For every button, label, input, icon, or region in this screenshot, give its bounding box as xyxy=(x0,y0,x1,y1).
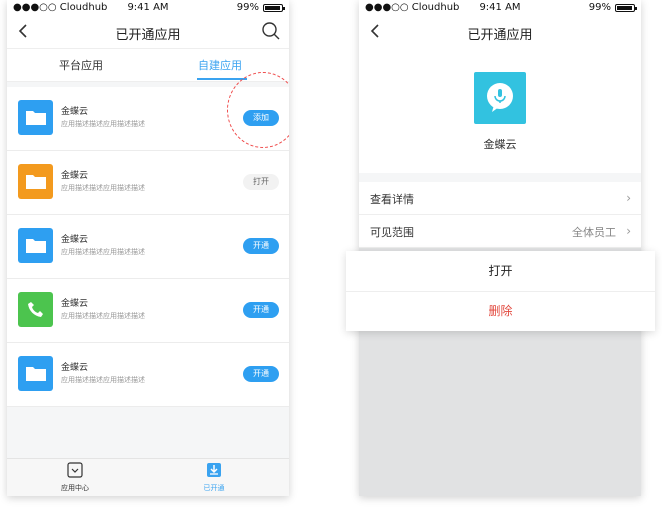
app-name: 金蝶云 xyxy=(61,363,89,373)
delete-action[interactable]: 删除 xyxy=(346,292,655,331)
scope-value: 全体员工 xyxy=(572,226,616,239)
app-description: 应用描述描述应用描述描述 xyxy=(61,120,145,128)
app-icon xyxy=(18,228,53,263)
open-button[interactable]: 打开 xyxy=(243,174,279,190)
download-box-icon xyxy=(207,463,221,477)
open-action-label: 打开 xyxy=(488,264,513,278)
folder-icon xyxy=(26,111,46,125)
details-row[interactable]: 查看详情 › xyxy=(359,182,641,215)
tab-activated-label: 已开通 xyxy=(203,484,225,492)
app-description: 应用描述描述应用描述描述 xyxy=(61,312,145,320)
list-item: 金蝶云 应用描述描述应用描述描述 打开 xyxy=(7,151,289,215)
bottom-tab-bar: 应用中心 已开通 xyxy=(7,458,289,496)
tab-activated[interactable]: 已开通 xyxy=(189,462,239,493)
battery-icon xyxy=(263,3,285,12)
app-description: 应用描述描述应用描述描述 xyxy=(61,248,145,256)
page-title: 已开通应用 xyxy=(115,28,181,43)
chevron-right-icon: › xyxy=(626,191,631,205)
app-icon xyxy=(18,292,53,327)
activate-button[interactable]: 开通 xyxy=(243,238,279,254)
folder-icon xyxy=(26,239,46,253)
chevron-right-icon: › xyxy=(626,224,631,238)
nav-bar: 已开通应用 xyxy=(7,16,289,48)
phone-icon xyxy=(28,302,43,317)
phone-screen-right: ●●●○○ Cloudhub 9:41 AM 99% 已开通应用 金蝶云 查看详… xyxy=(359,0,641,496)
app-icon xyxy=(18,356,53,391)
battery-icon xyxy=(615,3,637,12)
action-sheet: 打开 删除 xyxy=(346,251,655,331)
list-item: 金蝶云 应用描述描述应用描述描述 开通 xyxy=(7,215,289,279)
delete-action-label: 删除 xyxy=(488,304,513,318)
folder-icon xyxy=(26,367,46,381)
list-item: 金蝶云 应用描述描述应用描述描述 开通 xyxy=(7,343,289,407)
app-name: 金蝶云 xyxy=(61,107,89,117)
app-description: 应用描述描述应用描述描述 xyxy=(61,184,145,192)
battery-percent: 99% xyxy=(588,2,611,13)
highlight-circle xyxy=(227,72,289,148)
app-center-icon xyxy=(67,462,83,478)
nav-bar: 已开通应用 xyxy=(359,16,641,48)
app-logo xyxy=(474,72,526,124)
phone-screen-left: ●●●○○ Cloudhub 9:41 AM 99% 已开通应用 平台应用 自建… xyxy=(7,0,289,496)
chat-bubble-icon xyxy=(487,83,513,112)
status-bar: ●●●○○ Cloudhub 9:41 AM 99% xyxy=(359,0,641,16)
folder-icon xyxy=(26,175,46,189)
battery-percent: 99% xyxy=(236,2,259,13)
activate-button[interactable]: 开通 xyxy=(243,302,279,318)
list-item: 金蝶云 应用描述描述应用描述描述 开通 xyxy=(7,279,289,343)
scope-label: 可见范围 xyxy=(370,226,414,239)
search-icon[interactable] xyxy=(261,21,281,41)
scope-row[interactable]: 可见范围 全体员工 › xyxy=(359,215,641,248)
app-name: 金蝶云 xyxy=(483,138,517,151)
app-info-card: 金蝶云 xyxy=(359,48,641,173)
activate-button[interactable]: 开通 xyxy=(243,366,279,382)
tab-app-center-label: 应用中心 xyxy=(61,484,89,492)
tab-platform-apps[interactable]: 平台应用 xyxy=(59,57,103,73)
app-icon xyxy=(18,100,53,135)
app-description: 应用描述描述应用描述描述 xyxy=(61,376,145,384)
page-title: 已开通应用 xyxy=(467,28,533,43)
app-name: 金蝶云 xyxy=(61,299,89,309)
status-bar: ●●●○○ Cloudhub 9:41 AM 99% xyxy=(7,0,289,16)
details-label: 查看详情 xyxy=(370,193,414,206)
tab-custom-apps[interactable]: 自建应用 xyxy=(198,57,242,73)
open-action[interactable]: 打开 xyxy=(346,251,655,292)
app-name: 金蝶云 xyxy=(61,171,89,181)
app-icon xyxy=(18,164,53,199)
app-name: 金蝶云 xyxy=(61,235,89,245)
tab-app-center[interactable]: 应用中心 xyxy=(50,462,100,493)
